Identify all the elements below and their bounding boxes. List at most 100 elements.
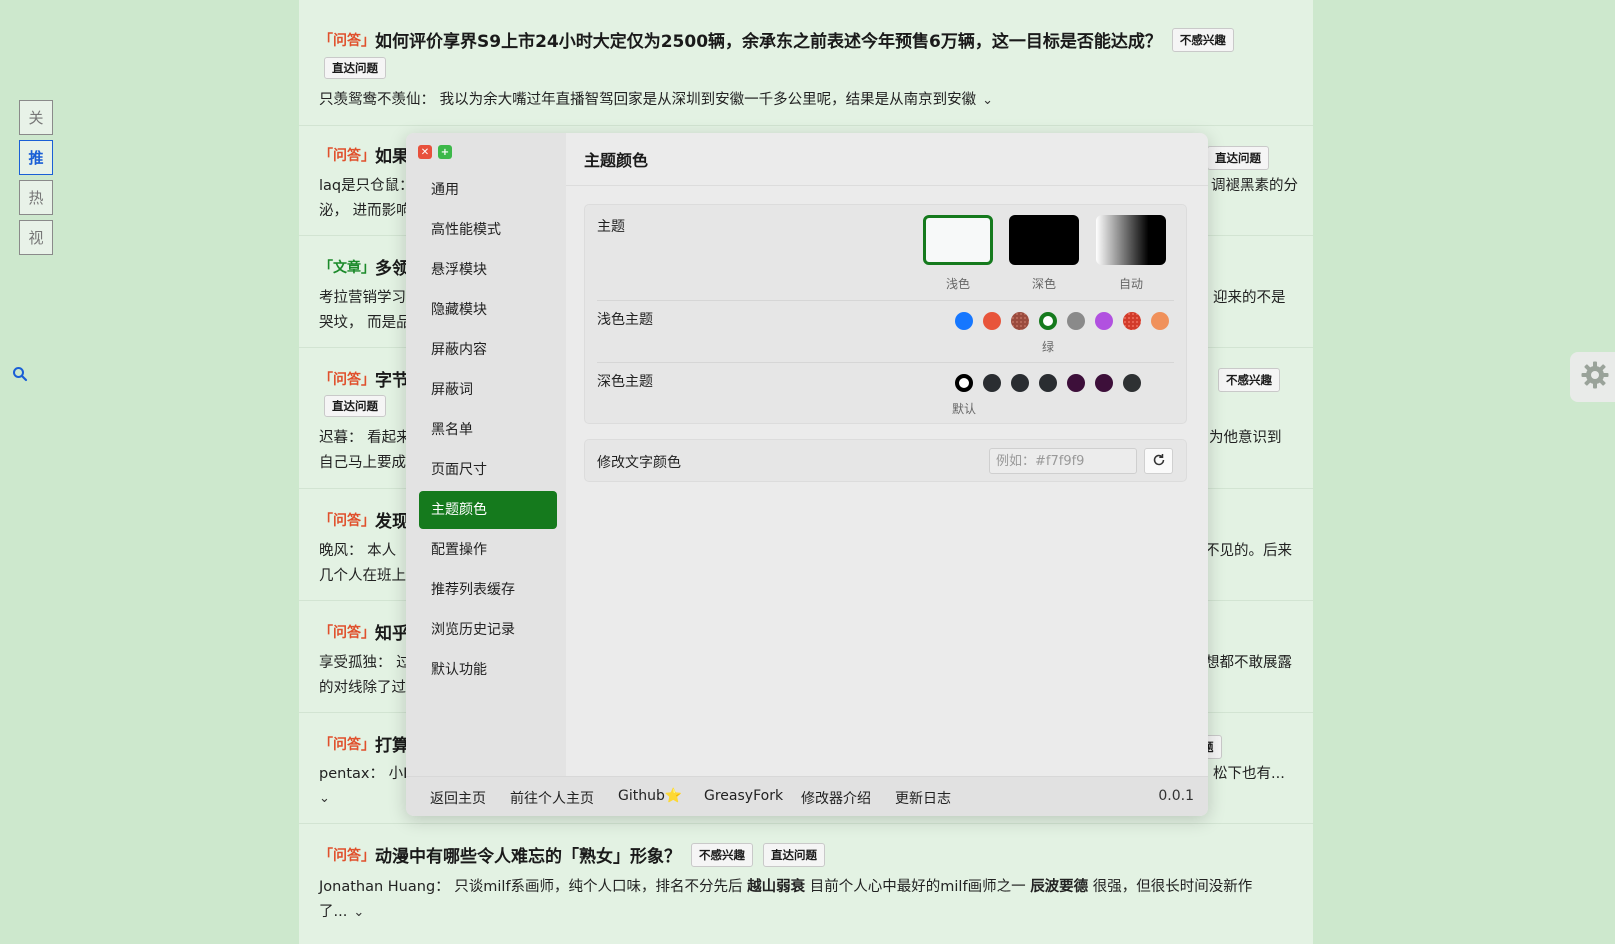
footer-link-greasyfork[interactable]: GreasyFork xyxy=(704,788,783,804)
theme-option-dark[interactable] xyxy=(1009,215,1079,265)
light-color-brown[interactable] xyxy=(1011,312,1029,330)
item-excerpt-line2[interactable]: 哭坟， 而是品 xyxy=(319,315,411,331)
item-excerpt[interactable]: pentax： 小ID xyxy=(319,766,419,782)
item-title[interactable]: 多领 xyxy=(375,254,409,279)
dark-color-default-selected[interactable] xyxy=(955,374,973,392)
menu-item-hidden[interactable]: 隐藏模块 xyxy=(419,291,557,329)
not-interested-button[interactable]: 不感兴趣 xyxy=(1171,27,1234,52)
list-item: 「问答」 动漫中有哪些令人难忘的「熟女」形象？ 不感兴趣 直达问题 Jonath… xyxy=(299,824,1313,944)
item-title[interactable]: 如何评价享界S9上市24小时大定仅为2500辆，余承东之前表述今年预售6万辆，这… xyxy=(375,27,1162,52)
side-tab-video[interactable]: 视 xyxy=(19,220,53,255)
menu-item-recommend-cache[interactable]: 推荐列表缓存 xyxy=(419,571,557,609)
item-excerpt-line2[interactable]: 几个人在班上 xyxy=(319,568,406,584)
menu-item-page-size[interactable]: 页面尺寸 xyxy=(419,451,557,489)
footer-link-profile[interactable]: 前往个人主页 xyxy=(510,788,594,808)
footer-link-home[interactable]: 返回主页 xyxy=(430,788,486,808)
reset-color-button[interactable] xyxy=(1144,448,1173,474)
text-color-input[interactable] xyxy=(989,448,1137,474)
item-excerpt-line2[interactable]: 泌， 进而影响 xyxy=(319,203,411,219)
item-excerpt[interactable]: 晚风： 本人 xyxy=(319,543,396,559)
text-color-card: 修改文字颜色 xyxy=(584,439,1187,482)
item-type-tag: 「问答」 xyxy=(319,371,375,388)
settings-gear-button[interactable] xyxy=(1570,352,1615,402)
item-excerpt-bold: 越山弱衰 xyxy=(747,879,806,895)
item-title[interactable]: 如果 xyxy=(375,142,409,167)
expand-chevron-icon[interactable]: ⌄ xyxy=(353,900,364,925)
item-title[interactable]: 字节 xyxy=(375,366,409,391)
menu-item-history[interactable]: 浏览历史记录 xyxy=(419,611,557,649)
item-excerpt[interactable]: 考拉营销学习 xyxy=(319,290,406,306)
item-excerpt[interactable]: 享受孤独： 过 xyxy=(319,655,411,671)
go-question-button[interactable]: 直达问题 xyxy=(324,395,386,417)
light-selected-caption: 绿 xyxy=(1041,340,1054,354)
dark-color-3[interactable] xyxy=(1011,374,1029,392)
menu-item-floating[interactable]: 悬浮模块 xyxy=(419,251,557,289)
item-excerpt[interactable]: Jonathan Huang： 只谈milf系画师，纯个人口味，排名不分先后 xyxy=(319,879,747,895)
theme-card: 主题 浅色 深色 自动 浅色主题 绿 深色主题 默认 xyxy=(584,204,1187,424)
dark-theme-label: 深色主题 xyxy=(597,374,653,390)
footer-link-changelog[interactable]: 更新日志 xyxy=(895,788,951,808)
dark-color-5[interactable] xyxy=(1067,374,1085,392)
dark-color-7[interactable] xyxy=(1123,374,1141,392)
menu-item-block-content[interactable]: 屏蔽内容 xyxy=(419,331,557,369)
light-color-purple[interactable] xyxy=(1095,312,1113,330)
maximize-button[interactable]: + xyxy=(438,145,452,159)
dark-color-6[interactable] xyxy=(1095,374,1113,392)
menu-item-block-words[interactable]: 屏蔽词 xyxy=(419,371,557,409)
expand-chevron-icon[interactable]: ⌄ xyxy=(982,88,993,113)
search-icon[interactable] xyxy=(12,366,28,382)
item-type-tag: 「问答」 xyxy=(319,147,375,164)
close-icon: ✕ xyxy=(420,146,430,158)
side-tab-recommend[interactable]: 推 xyxy=(19,140,53,175)
menu-item-performance[interactable]: 高性能模式 xyxy=(419,211,557,249)
side-tab-hot[interactable]: 热 xyxy=(19,180,53,215)
footer-link-intro[interactable]: 修改器介绍 xyxy=(801,788,871,808)
light-color-blue[interactable] xyxy=(955,312,973,330)
light-color-gray[interactable] xyxy=(1067,312,1085,330)
item-title[interactable]: 发现 xyxy=(375,507,409,532)
item-excerpt-fragment: 迎来的不是 xyxy=(1213,290,1286,306)
menu-item-theme-color[interactable]: 主题颜色 xyxy=(419,491,557,529)
list-item: 「问答」 如何评价享界S9上市24小时大定仅为2500辆，余承东之前表述今年预售… xyxy=(299,0,1313,126)
item-excerpt[interactable]: 迟暮： 看起来 xyxy=(319,430,411,446)
dark-color-2[interactable] xyxy=(983,374,1001,392)
light-color-orange-red[interactable] xyxy=(983,312,1001,330)
item-excerpt-fragment: 调褪黑素的分 xyxy=(1211,178,1298,194)
menu-item-blacklist[interactable]: 黑名单 xyxy=(419,411,557,449)
item-title[interactable]: 动漫中有哪些令人难忘的「熟女」形象？ xyxy=(375,842,681,867)
theme-option-light[interactable] xyxy=(923,215,993,265)
light-color-green-selected[interactable] xyxy=(1039,312,1057,330)
go-question-button[interactable]: 直达问题 xyxy=(1207,146,1269,170)
theme-option-auto[interactable] xyxy=(1096,215,1166,265)
side-tab-close[interactable]: 关 xyxy=(19,100,53,135)
theme-caption-auto: 自动 xyxy=(1118,277,1143,291)
item-title[interactable]: 打算 xyxy=(375,731,409,756)
not-interested-button[interactable]: 不感兴趣 xyxy=(1218,368,1280,392)
go-question-button[interactable]: 直达问题 xyxy=(324,57,386,79)
light-color-peach[interactable] xyxy=(1151,312,1169,330)
dark-color-4[interactable] xyxy=(1039,374,1057,392)
menu-item-config[interactable]: 配置操作 xyxy=(419,531,557,569)
item-excerpt-fragment: 松下也有... xyxy=(1213,766,1285,782)
not-interested-button[interactable]: 不感兴趣 xyxy=(691,842,753,867)
item-excerpt[interactable]: 只羡鸳鸯不羡仙： 我以为余大嘴过年直播智驾回家是从深圳到安徽一千多公里呢，结果是… xyxy=(319,92,976,108)
gear-icon xyxy=(1580,360,1610,394)
item-type-tag: 「问答」 xyxy=(319,624,375,641)
light-theme-label: 浅色主题 xyxy=(597,312,653,328)
close-button[interactable]: ✕ xyxy=(418,145,432,159)
menu-item-defaults[interactable]: 默认功能 xyxy=(419,651,557,689)
item-excerpt-line2[interactable]: 了... xyxy=(319,904,347,920)
item-type-tag: 「问答」 xyxy=(319,847,375,864)
footer-link-github[interactable]: Github⭐ xyxy=(618,788,682,804)
expand-chevron-icon[interactable]: ⌄ xyxy=(319,786,330,811)
item-excerpt-line2[interactable]: 自己马上要成 xyxy=(319,455,406,471)
go-question-button[interactable]: 直达问题 xyxy=(763,842,825,867)
item-excerpt[interactable]: laq是只仓鼠： xyxy=(319,178,414,194)
light-color-red[interactable] xyxy=(1123,312,1141,330)
item-title[interactable]: 知乎 xyxy=(375,619,409,644)
settings-content: 主题颜色 主题 浅色 深色 自动 浅色主题 绿 深色主题 默认 修改文字颜色 例… xyxy=(566,133,1208,776)
item-excerpt-mid: 目前个人心中最好的milf画师之一 xyxy=(805,879,1031,895)
item-excerpt-line2[interactable]: 的对线除了过 xyxy=(319,680,406,696)
menu-item-general[interactable]: 通用 xyxy=(419,171,557,209)
side-tab-group: 关 推 热 视 xyxy=(19,100,53,255)
